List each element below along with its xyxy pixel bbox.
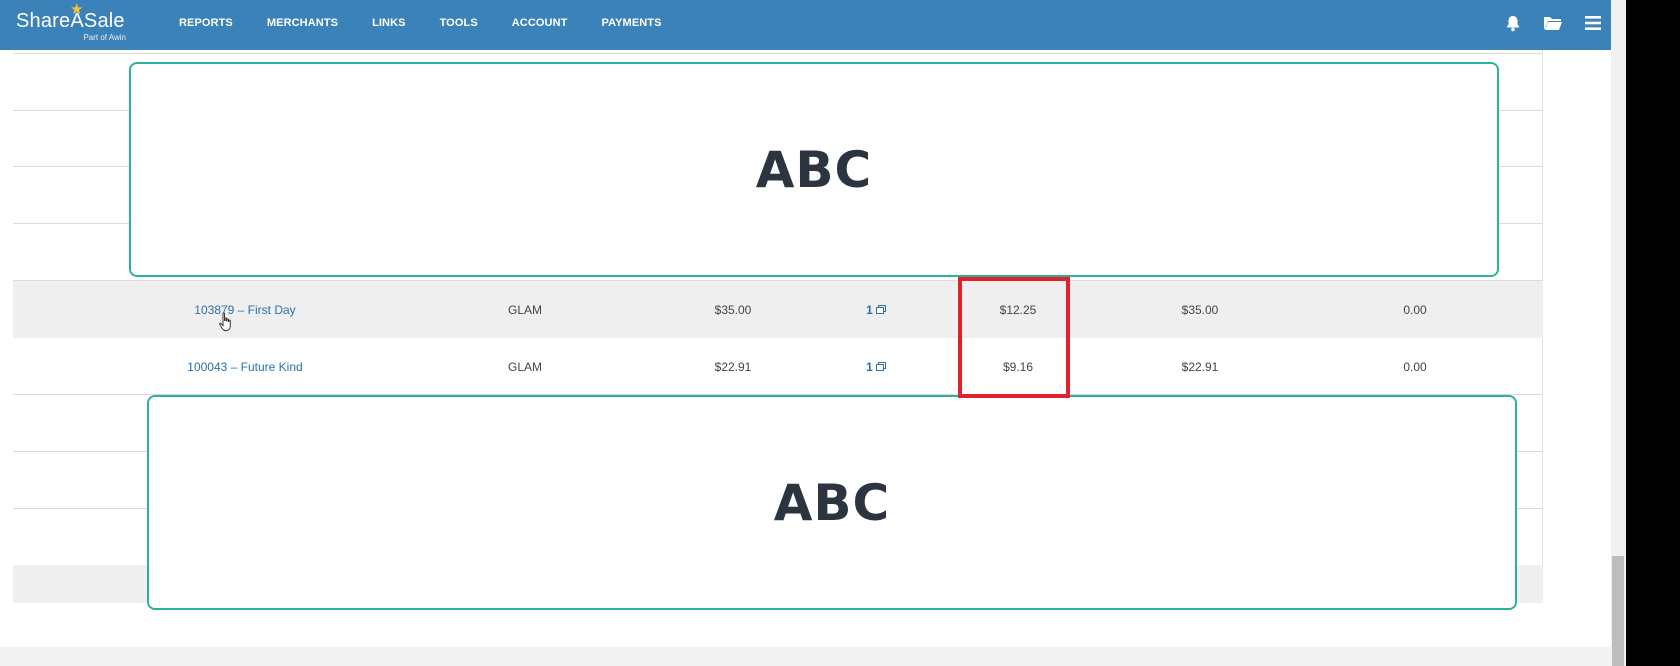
screen-edge [1626, 0, 1680, 666]
total-cell: $35.00 [1181, 302, 1219, 317]
logo-text: ShareASale [16, 10, 125, 32]
nav-account[interactable]: ACCOUNT [512, 17, 568, 29]
count-value: 1 [866, 359, 873, 374]
menu-icon[interactable] [1583, 13, 1603, 33]
redaction-label: ABC [755, 140, 873, 199]
top-navigation-bar: ★ ShareASale Part of Awin REPORTS MERCHA… [0, 0, 1611, 50]
popup-icon [875, 362, 886, 371]
redaction-box: ABC [147, 395, 1517, 610]
main-nav: REPORTS MERCHANTS LINKS TOOLS ACCOUNT PA… [179, 17, 696, 29]
hand-cursor-icon [219, 312, 231, 332]
scrollbar-thumb[interactable] [1612, 556, 1624, 666]
page-footer [0, 647, 1611, 666]
sale-amount-cell: $35.00 [714, 302, 752, 317]
other-cell: 0.00 [1403, 359, 1427, 374]
merchant-link[interactable]: 100043 – Future Kind [160, 338, 330, 395]
tier-cell: GLAM [507, 302, 542, 317]
count-value: 1 [866, 302, 873, 317]
nav-payments[interactable]: PAYMENTS [601, 17, 661, 29]
count-link[interactable]: 1 [856, 281, 896, 338]
commission-highlight [958, 277, 1070, 398]
nav-links[interactable]: LINKS [372, 17, 406, 29]
count-link[interactable]: 1 [856, 338, 896, 395]
nav-merchants[interactable]: MERCHANTS [267, 17, 338, 29]
logo-subtitle: Part of Awin [83, 33, 126, 42]
sale-amount-cell: $22.91 [714, 359, 752, 374]
redaction-box: ABC [129, 62, 1499, 277]
table-row: 100043 – Future Kind GLAM $22.91 1 $9.16… [13, 338, 1543, 395]
total-cell: $22.91 [1181, 359, 1219, 374]
shareasale-logo[interactable]: ★ ShareASale Part of Awin [16, 1, 126, 46]
tier-cell: GLAM [507, 359, 542, 374]
bell-icon[interactable] [1503, 13, 1523, 33]
table-divider [13, 53, 1543, 54]
other-cell: 0.00 [1403, 302, 1427, 317]
header-icons [1503, 13, 1603, 33]
popup-icon [875, 305, 886, 314]
nav-tools[interactable]: TOOLS [440, 17, 478, 29]
redaction-label: ABC [773, 473, 891, 532]
nav-reports[interactable]: REPORTS [179, 17, 233, 29]
table-row: 103879 – First Day GLAM $35.00 1 $12.25 … [13, 281, 1543, 338]
folder-icon[interactable] [1543, 13, 1563, 33]
merchant-link[interactable]: 103879 – First Day [160, 281, 330, 338]
